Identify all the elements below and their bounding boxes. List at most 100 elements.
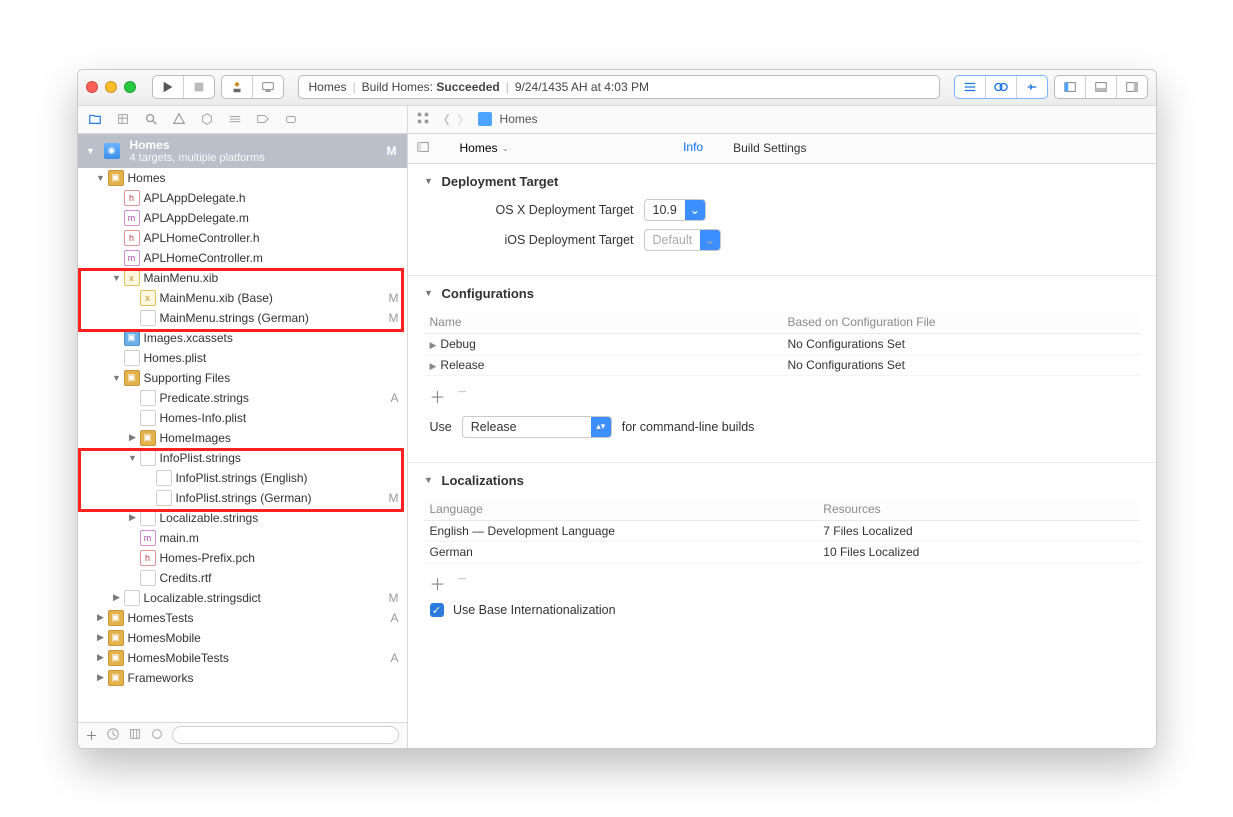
nav-back-button[interactable]: 〈 (438, 111, 450, 128)
folder-icon: ▣ (140, 430, 156, 446)
tree-row[interactable]: ▶▣HomesMobileTestsA (78, 648, 407, 668)
tree-item-label: HomesMobile (128, 631, 201, 645)
use-label-post: for command-line builds (622, 420, 755, 434)
tree-row[interactable]: xMainMenu.xib (Base)M (78, 288, 407, 308)
tree-row[interactable]: Credits.rtf (78, 568, 407, 588)
debug-navigator-tab[interactable] (228, 112, 242, 126)
disclosure-triangle[interactable]: ▶ (96, 612, 106, 623)
add-configuration-button[interactable]: ＋ (430, 384, 446, 408)
tree-row[interactable]: InfoPlist.strings (English) (78, 468, 407, 488)
tree-row[interactable]: ▼▣Supporting Files (78, 368, 407, 388)
remove-localization-button[interactable]: − (458, 571, 467, 595)
project-header[interactable]: ▼ ◉ Homes 4 targets, multiple platforms … (78, 134, 407, 168)
symbol-navigator-tab[interactable] (116, 112, 130, 126)
chevron-down-icon: ⌄ (700, 230, 720, 250)
disclosure-triangle[interactable]: ▶ (128, 432, 138, 443)
scm-filter-button[interactable] (128, 727, 142, 744)
tree-row[interactable]: ▶▣HomesMobile (78, 628, 407, 648)
report-navigator-tab[interactable] (284, 112, 298, 126)
table-row[interactable]: ▶ReleaseNo Configurations Set (424, 354, 1140, 375)
target-selector[interactable]: Homes (460, 141, 498, 155)
assistant-editor-button[interactable] (986, 76, 1017, 98)
scheme-selector[interactable] (221, 75, 284, 99)
tree-item-label: main.m (160, 531, 199, 545)
project-tree[interactable]: ▼▣HomeshAPLAppDelegate.h m APLAppDelegate.… (78, 168, 407, 722)
tree-row[interactable]: hAPLAppDelegate.h (78, 188, 407, 208)
folder-icon: ▣ (108, 650, 124, 666)
tree-item-label: InfoPlist.strings (German) (176, 491, 312, 505)
tree-row[interactable]: ▶Localizable.strings (78, 508, 407, 528)
tree-row[interactable]: ▶▣HomeImages (78, 428, 407, 448)
tab-build-settings[interactable]: Build Settings (731, 135, 808, 161)
cmdline-config-select[interactable]: Release ▴▾ (462, 416, 612, 438)
m-icon: m (124, 210, 140, 226)
related-items-button[interactable] (416, 111, 430, 128)
tree-row[interactable]: ▼xMainMenu.xib (78, 268, 407, 288)
breakpoint-navigator-tab[interactable] (256, 112, 270, 126)
tree-item-label: Frameworks (128, 671, 194, 685)
disclosure-triangle[interactable]: ▶ (96, 672, 106, 683)
base-i18n-label: Use Base Internationalization (453, 603, 616, 617)
zoom-window-button[interactable] (124, 81, 136, 93)
tree-row[interactable]: Homes-Info.plist (78, 408, 407, 428)
toggle-targets-list-button[interactable] (416, 140, 430, 157)
disclosure-triangle[interactable]: ▼ (112, 373, 122, 383)
nav-forward-button[interactable]: 〉 (458, 111, 470, 128)
toggle-utilities-button[interactable] (1117, 76, 1147, 98)
add-file-button[interactable]: ＋ (86, 727, 98, 744)
tree-row[interactable]: hHomes-Prefix.pch (78, 548, 407, 568)
xib-icon: x (124, 270, 140, 286)
osx-deploy-select[interactable]: 10.9 ⌄ (644, 199, 706, 221)
disclosure-triangle[interactable]: ▶ (112, 592, 122, 603)
toggle-debug-area-button[interactable] (1086, 76, 1117, 98)
breadcrumb-project[interactable]: Homes (500, 112, 538, 126)
table-row[interactable]: English — Development Language7 Files Lo… (424, 520, 1140, 541)
standard-editor-button[interactable] (955, 76, 986, 98)
version-editor-button[interactable] (1017, 76, 1047, 98)
tree-row[interactable]: InfoPlist.strings (German)M (78, 488, 407, 508)
osx-deploy-label: OS X Deployment Target (464, 203, 634, 217)
disclosure-triangle[interactable]: ▶ (128, 512, 138, 523)
tree-row[interactable]: ▶▣HomesTestsA (78, 608, 407, 628)
ios-deploy-select[interactable]: Default ⌄ (644, 229, 722, 251)
tree-row[interactable]: ▼InfoPlist.strings (78, 448, 407, 468)
table-row[interactable]: German10 Files Localized (424, 541, 1140, 562)
tree-row[interactable]: hAPLHomeController.h (78, 228, 407, 248)
test-navigator-tab[interactable] (200, 112, 214, 126)
tab-info[interactable]: Info (681, 134, 705, 162)
tree-item-label: APLAppDelegate.m (144, 211, 249, 225)
disclosure-triangle[interactable]: ▶ (96, 652, 106, 663)
tree-row[interactable]: ▶▣Frameworks (78, 668, 407, 688)
file-icon (156, 470, 172, 486)
project-navigator-tab[interactable] (88, 112, 102, 126)
disclosure-triangle[interactable]: ▼ (112, 273, 122, 283)
disclosure-triangle[interactable]: ▼ (96, 173, 106, 183)
issue-navigator-tab[interactable] (172, 112, 186, 126)
add-localization-button[interactable]: ＋ (430, 571, 446, 595)
tree-row[interactable]: mAPLHomeController.m (78, 248, 407, 268)
table-row[interactable]: ▶DebugNo Configurations Set (424, 333, 1140, 354)
filter-unsaved-button[interactable] (150, 727, 164, 744)
disclosure-triangle[interactable]: ▼ (128, 453, 138, 463)
tree-row[interactable]: m APLAppDelegate.m (78, 208, 407, 228)
minimize-window-button[interactable] (105, 81, 117, 93)
tree-row[interactable]: Homes.plist (78, 348, 407, 368)
toggle-navigator-button[interactable] (1055, 76, 1086, 98)
disclosure-triangle[interactable]: ▶ (96, 632, 106, 643)
tree-row[interactable]: ▣Images.xcassets (78, 328, 407, 348)
navigator-filter-field[interactable] (172, 726, 399, 744)
recent-files-button[interactable] (106, 727, 120, 744)
tree-row[interactable]: mmain.m (78, 528, 407, 548)
tree-row[interactable]: MainMenu.strings (German)M (78, 308, 407, 328)
close-window-button[interactable] (86, 81, 98, 93)
tree-row[interactable]: ▶Localizable.stringsdictM (78, 588, 407, 608)
run-button[interactable] (153, 76, 184, 98)
find-navigator-tab[interactable] (144, 112, 158, 126)
stop-button[interactable] (184, 76, 214, 98)
tree-row[interactable]: ▼▣Homes (78, 168, 407, 188)
remove-configuration-button[interactable]: − (458, 384, 467, 408)
base-i18n-checkbox[interactable]: ✓ (430, 603, 444, 617)
tree-item-label: HomesTests (128, 611, 194, 625)
tree-row[interactable]: Predicate.stringsA (78, 388, 407, 408)
editor-content: ▼Deployment Target OS X Deployment Targe… (408, 164, 1156, 748)
